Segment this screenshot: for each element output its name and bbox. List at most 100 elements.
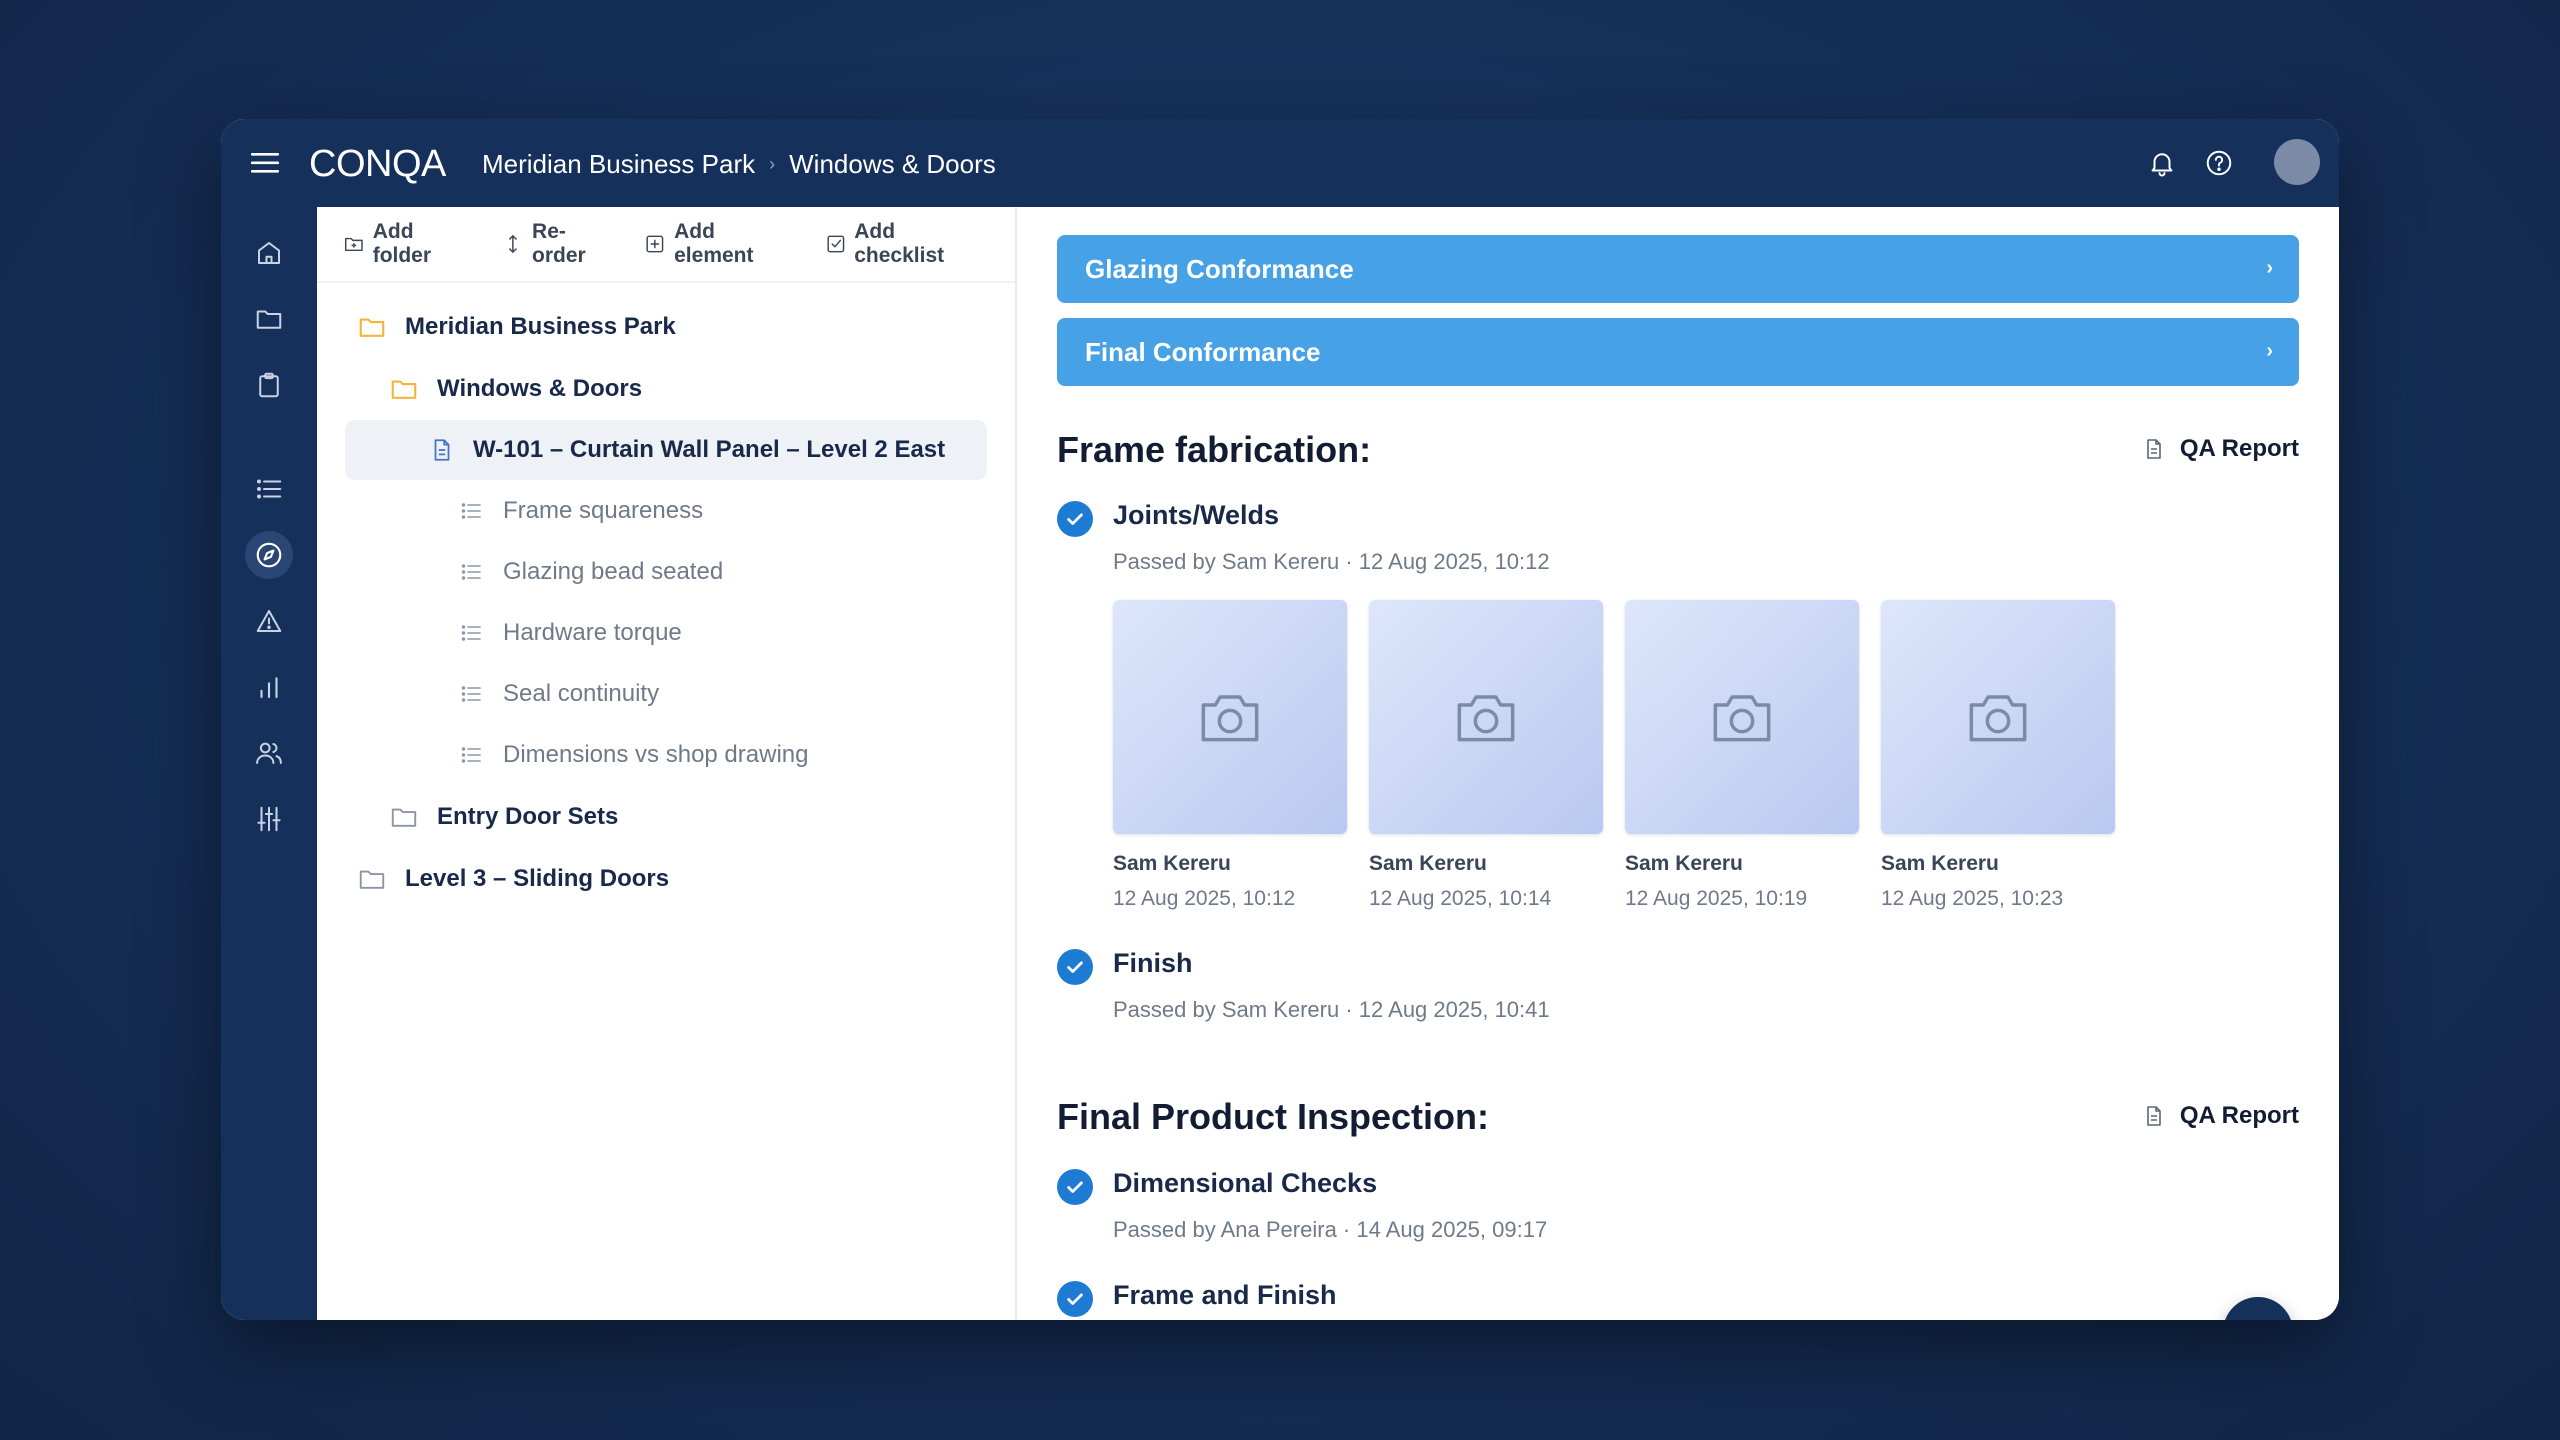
tree-checklist-label: Frame squareness xyxy=(503,497,704,524)
hamburger-menu-icon[interactable] xyxy=(251,150,279,176)
help-icon[interactable] xyxy=(2204,148,2234,178)
top-bar: CONQA Meridian Business Park › Windows &… xyxy=(221,119,2339,207)
final-conformance-bar[interactable]: Final Conformance › xyxy=(1057,318,2299,386)
list-icon[interactable] xyxy=(245,465,293,513)
home-icon[interactable] xyxy=(245,229,293,277)
add-element-label: Add element xyxy=(674,220,754,267)
breadcrumb-item-folder[interactable]: Windows & Doors xyxy=(789,149,996,180)
photo-author: Sam Kereru xyxy=(1369,852,1487,875)
check-title[interactable]: Frame and Finish xyxy=(1113,1280,1337,1311)
folder-icon xyxy=(359,318,385,337)
reorder-label: Re-order xyxy=(532,220,586,267)
tree-checklist-item[interactable]: Glazing bead seated xyxy=(317,542,1015,602)
plus-square-icon xyxy=(646,235,664,253)
photo-thumbnail[interactable] xyxy=(1881,600,2115,834)
folder-icon xyxy=(391,380,417,399)
tree-folder-label: Level 3 – Sliding Doors xyxy=(405,865,670,892)
check-passed-icon xyxy=(1057,1281,1093,1317)
check-passed-text: Passed by Sam Kereru · 12 Aug 2025, 10:1… xyxy=(1113,549,1550,574)
compass-icon[interactable] xyxy=(245,531,293,579)
photo-author: Sam Kereru xyxy=(1625,852,1743,875)
sliders-icon[interactable] xyxy=(245,795,293,843)
check-title[interactable]: Joints/Welds xyxy=(1113,500,1279,531)
warning-icon[interactable] xyxy=(245,597,293,645)
folder-icon xyxy=(391,808,417,827)
folder-icon[interactable] xyxy=(245,295,293,343)
camera-icon xyxy=(1969,695,2027,742)
tree-element-selected[interactable]: W-101 – Curtain Wall Panel – Level 2 Eas… xyxy=(345,420,987,480)
breadcrumb-item-project[interactable]: Meridian Business Park xyxy=(482,149,755,180)
photo-author: Sam Kereru xyxy=(1881,852,1999,875)
bar-label: Final Conformance xyxy=(1085,336,1321,367)
photo-thumbnail[interactable] xyxy=(1113,600,1347,834)
avatar[interactable] xyxy=(2274,139,2320,185)
section-title: Frame fabrication: xyxy=(1057,429,1372,470)
folder-icon xyxy=(359,870,385,889)
check-title[interactable]: Dimensional Checks xyxy=(1113,1168,1377,1199)
reorder-button[interactable]: Re-order xyxy=(502,220,618,268)
photo-timestamp: 12 Aug 2025, 10:19 xyxy=(1625,887,1808,910)
photo-thumbnail[interactable] xyxy=(1625,600,1859,834)
check-title[interactable]: Finish xyxy=(1113,948,1193,979)
folder-plus-icon xyxy=(344,237,363,252)
document-icon xyxy=(434,439,450,461)
tree-folder-label: Windows & Doors xyxy=(437,375,643,402)
tree-folder-root[interactable]: Meridian Business Park xyxy=(317,297,1015,357)
add-folder-button[interactable]: Add folder xyxy=(343,220,476,268)
main-content: Glazing Conformance › Final Conformance … xyxy=(1017,207,2339,1320)
qa-report-label: QA Report xyxy=(2179,1102,2299,1129)
breadcrumb-separator-icon: › xyxy=(769,154,776,174)
check-passed-text: Passed by Sam Kereru · 12 Aug 2025, 10:4… xyxy=(1113,997,1550,1022)
chat-button[interactable] xyxy=(2223,1297,2293,1320)
tree-checklist-item[interactable]: Frame squareness xyxy=(317,481,1015,541)
tree-checklist-item[interactable]: Dimensions vs shop drawing xyxy=(317,725,1015,785)
tree-checklist-label: Seal continuity xyxy=(503,680,660,707)
tree-checklist-label: Glazing bead seated xyxy=(503,558,724,585)
bell-icon[interactable] xyxy=(2147,148,2177,178)
camera-icon xyxy=(1457,695,1515,742)
list-icon xyxy=(461,686,481,702)
qa-report-label: QA Report xyxy=(2179,435,2299,462)
add-element-button[interactable]: Add element xyxy=(644,220,798,268)
camera-icon xyxy=(1201,695,1259,742)
qa-report-button[interactable]: QA Report xyxy=(2142,1102,2299,1130)
photo-timestamp: 12 Aug 2025, 10:23 xyxy=(1881,887,2064,910)
list-icon xyxy=(461,503,481,519)
clipboard-icon[interactable] xyxy=(245,361,293,409)
bar-label: Glazing Conformance xyxy=(1085,253,1354,284)
add-checklist-label: Add checklist xyxy=(854,220,945,267)
app-logo[interactable]: CONQA xyxy=(309,143,446,186)
tree-checklist-label: Dimensions vs shop drawing xyxy=(503,741,809,768)
add-folder-label: Add folder xyxy=(372,220,432,267)
tree-checklist-label: Hardware torque xyxy=(503,619,682,646)
check-passed-icon xyxy=(1057,501,1093,537)
users-icon[interactable] xyxy=(245,729,293,777)
reorder-arrows-icon xyxy=(509,234,518,254)
report-document-icon xyxy=(2147,439,2161,459)
photo-author: Sam Kereru xyxy=(1113,852,1231,875)
tree-checklist-item[interactable]: Seal continuity xyxy=(317,664,1015,724)
bar-chart-icon[interactable] xyxy=(245,663,293,711)
section-title: Final Product Inspection: xyxy=(1057,1096,1490,1137)
photo-timestamp: 12 Aug 2025, 10:12 xyxy=(1113,887,1296,910)
tree-folder-entry-doors[interactable]: Entry Door Sets xyxy=(317,787,1015,847)
list-icon xyxy=(461,625,481,641)
add-checklist-button[interactable]: Add checklist xyxy=(825,220,989,268)
photo-thumbnail[interactable] xyxy=(1369,600,1603,834)
chevron-right-icon: › xyxy=(2266,340,2273,362)
camera-icon xyxy=(1713,695,1771,742)
chat-bubble-icon xyxy=(2242,1316,2274,1320)
glazing-conformance-bar[interactable]: Glazing Conformance › xyxy=(1057,235,2299,303)
breadcrumb: Meridian Business Park › Windows & Doors xyxy=(482,149,996,180)
chevron-right-icon: › xyxy=(2266,257,2273,279)
list-icon xyxy=(461,564,481,580)
check-passed-icon xyxy=(1057,949,1093,985)
qa-report-button[interactable]: QA Report xyxy=(2142,435,2299,463)
check-passed-text: Passed by Ana Pereira · 14 Aug 2025, 09:… xyxy=(1113,1217,1548,1242)
tree-checklist-item[interactable]: Hardware torque xyxy=(317,603,1015,663)
tree-folder-windows-doors[interactable]: Windows & Doors xyxy=(317,359,1015,419)
check-square-icon xyxy=(826,235,844,253)
check-passed-icon xyxy=(1057,1169,1093,1205)
list-icon xyxy=(461,747,481,763)
tree-folder-sliding-doors[interactable]: Level 3 – Sliding Doors xyxy=(317,849,1015,909)
